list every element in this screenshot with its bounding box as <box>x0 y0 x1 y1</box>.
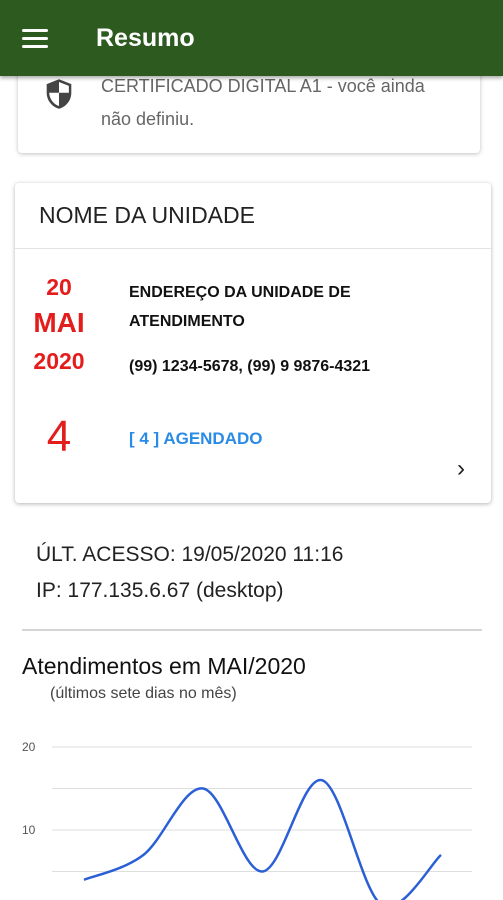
appointment-count: 4 <box>46 412 72 461</box>
unit-phones: (99) 1234-5678, (99) 9 9876-4321 <box>129 358 371 375</box>
page-title: Resumo <box>96 23 195 52</box>
divider <box>22 629 482 631</box>
ip-address: IP: 177.135.6.67 (desktop) <box>36 579 284 602</box>
unit-title: NOME DA UNIDADE <box>15 183 491 249</box>
app-bar: Resumo <box>0 0 503 76</box>
line-chart: 10 20 <box>22 740 472 900</box>
hamburger-icon[interactable] <box>22 23 58 53</box>
unit-card[interactable]: NOME DA UNIDADE 20 MAI 2020 4 ENDEREÇO D… <box>15 183 491 503</box>
date-day: 20 <box>46 274 72 300</box>
chevron-right-icon[interactable]: › <box>457 455 465 483</box>
last-access: ÚLT. ACESSO: 19/05/2020 11:16 <box>36 543 344 566</box>
series-line <box>83 778 442 900</box>
access-info: ÚLT. ACESSO: 19/05/2020 11:16 IP: 177.13… <box>36 537 343 609</box>
date-year: 2020 <box>33 348 85 374</box>
date-month: MAI <box>33 307 85 338</box>
unit-address: ENDEREÇO DA UNIDADE DE ATENDIMENTO <box>129 284 351 330</box>
certificate-text: CERTIFICADO DIGITAL A1 - você ainda não … <box>101 76 425 129</box>
shield-icon <box>46 79 72 109</box>
chart-subtitle: (últimos sete dias no mês) <box>50 685 237 702</box>
y-tick-label: 20 <box>22 740 36 754</box>
chart-title: Atendimentos em MAI/2020 <box>22 653 306 679</box>
scheduled-status-link[interactable]: [ 4 ] AGENDADO <box>129 429 263 449</box>
appointment-date: 20 MAI 2020 <box>15 271 103 379</box>
y-tick-label: 10 <box>22 823 36 837</box>
